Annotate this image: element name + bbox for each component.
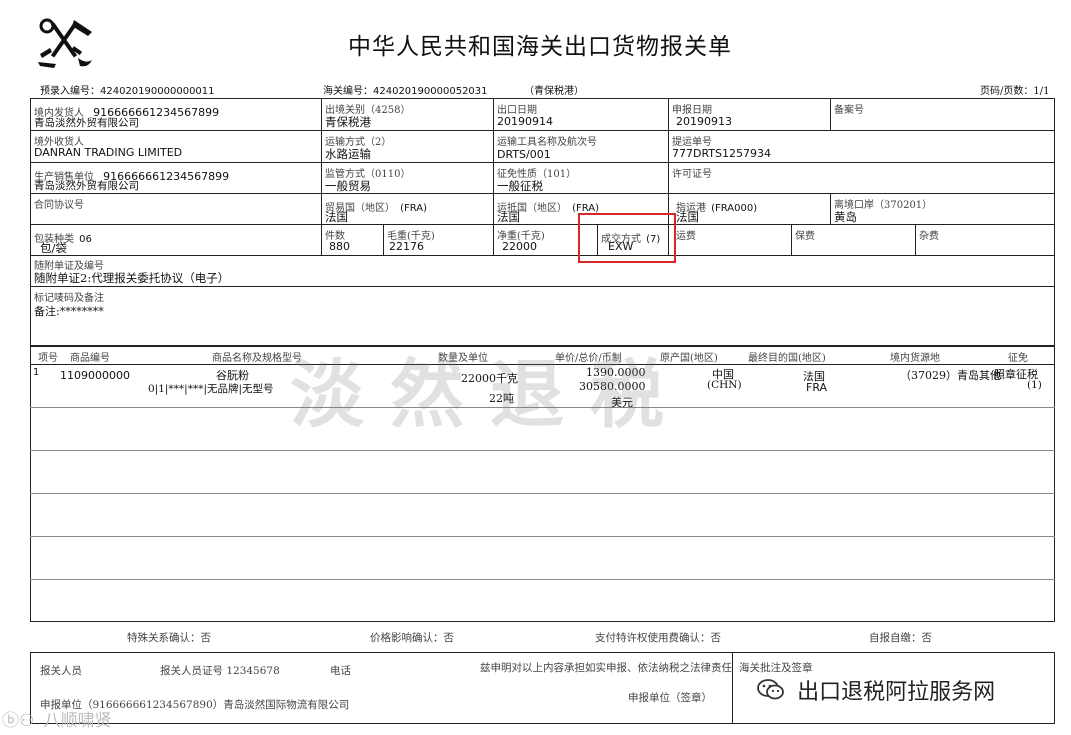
corner-watermark: ⓑ⚇ 八顺啸贤 bbox=[2, 706, 112, 731]
producer-name: 青岛淡然外贸有限公司 bbox=[34, 180, 139, 192]
wechat-account-text: 出口退税阿拉服务网 bbox=[797, 680, 996, 705]
contract-label: 合同协议号 bbox=[34, 200, 84, 211]
dest-port-code: (FRA000) bbox=[711, 203, 758, 214]
item-origin-code: (CHN) bbox=[707, 379, 742, 391]
customs-no: 海关编号：424020190000052031 bbox=[323, 82, 488, 97]
consignor-name: 青岛淡然外贸有限公司 bbox=[34, 117, 139, 129]
dest-country-value: 法国 bbox=[497, 210, 520, 224]
trade-country-code: (FRA) bbox=[400, 203, 428, 214]
goods-col-code: 商品编号 bbox=[70, 353, 110, 364]
port-tag: （青保税港） bbox=[524, 86, 584, 97]
declaring-unit-sign: 申报单位（签章） bbox=[628, 692, 712, 704]
gross-weight-value: 22176 bbox=[389, 240, 424, 253]
pieces-value: 880 bbox=[329, 240, 350, 253]
transport-mode-value: 水路运输 bbox=[325, 147, 371, 161]
royalty-confirm: 支付特许权使用费确认：否 bbox=[595, 632, 721, 644]
vessel-label: 运输工具名称及航次号 bbox=[497, 137, 597, 148]
misc-fee-label: 杂费 bbox=[919, 231, 939, 242]
item-levy-code: (1) bbox=[1027, 379, 1042, 391]
customs-emblem-logo bbox=[38, 18, 92, 68]
pre-entry-label: 预录入编号： bbox=[40, 86, 100, 97]
goods-col-no: 项号 bbox=[38, 353, 58, 364]
pack-code: 06 bbox=[79, 234, 92, 245]
bl-label: 提运单号 bbox=[672, 137, 712, 148]
document-title: 中华人民共和国海关出口货物报关单 bbox=[348, 34, 732, 60]
license-label: 许可证号 bbox=[672, 169, 712, 180]
item-dest-code: FRA bbox=[806, 381, 828, 394]
marks-label: 标记唛码及备注 bbox=[34, 293, 104, 304]
item-no: 1 bbox=[33, 367, 40, 378]
exit-customs-value: 青保税港 bbox=[325, 115, 371, 129]
vessel-value: DRTS/001 bbox=[497, 148, 551, 161]
docs-value: 随附单证2:代理报关委托协议（电子） bbox=[34, 271, 230, 285]
goods-col-levy: 征免 bbox=[1008, 353, 1028, 364]
customs-no-value: 424020190000052031 bbox=[373, 86, 488, 97]
self-pay-confirm: 自报自缴：否 bbox=[869, 632, 932, 644]
freight-label: 运费 bbox=[676, 231, 696, 242]
item-code: 1109000000 bbox=[60, 369, 130, 382]
declaration-statement: 兹申明对以上内容承担如实申报、依法纳税之法律责任 bbox=[480, 662, 732, 674]
item-spec: 0|1|***|***|无品牌|无型号 bbox=[148, 383, 274, 395]
export-date-value: 20190914 bbox=[497, 115, 553, 128]
phone-label: 电话 bbox=[330, 665, 351, 677]
record-no-label: 备案号 bbox=[834, 105, 864, 116]
customs-no-label: 海关编号： bbox=[323, 86, 373, 97]
price-impact-confirm: 价格影响确认：否 bbox=[370, 632, 454, 644]
special-relation-confirm: 特殊关系确认：否 bbox=[127, 632, 211, 644]
terms-highlight-box bbox=[578, 213, 676, 263]
pack-value: 包/袋 bbox=[40, 241, 67, 255]
watermark-text: 淡然退税 bbox=[290, 352, 690, 438]
bl-value: 777DRTS1257934 bbox=[672, 147, 771, 160]
wechat-overlay: 出口退税阿拉服务网 bbox=[756, 674, 995, 706]
page-number: 页码/页数：1/1 bbox=[980, 86, 1050, 97]
insurance-label: 保费 bbox=[795, 231, 815, 242]
net-weight-value: 22000 bbox=[502, 240, 537, 253]
declare-date-value: 20190913 bbox=[676, 115, 732, 128]
item-source: （37029）青岛其他 bbox=[900, 369, 1001, 382]
pre-entry-value: 424020190000000011 bbox=[100, 86, 215, 97]
trade-country-value: 法国 bbox=[325, 210, 348, 224]
wechat-icon bbox=[757, 679, 784, 700]
goods-col-name: 商品名称及规格型号 bbox=[212, 353, 302, 364]
marks-value: 备注:******** bbox=[34, 305, 104, 318]
exit-port-value: 黄岛 bbox=[834, 210, 857, 224]
customs-sign-label: 海关批注及签章 bbox=[739, 662, 813, 674]
goods-col-source: 境内货源地 bbox=[890, 353, 940, 364]
supervision-value: 一般贸易 bbox=[325, 179, 371, 193]
declarant-label: 报关人员 bbox=[40, 665, 82, 677]
corner-mark-icon: ⓑ⚇ bbox=[2, 711, 35, 731]
export-date-label: 出口日期 bbox=[497, 105, 537, 116]
tax-nature-value: 一般征税 bbox=[497, 179, 543, 193]
corner-mark-text: 八顺啸贤 bbox=[43, 711, 112, 731]
consignee-value: DANRAN TRADING LIMITED bbox=[34, 146, 183, 159]
declarant-cert: 报关人员证号 12345678 bbox=[160, 665, 280, 677]
pre-entry-no: 预录入编号：424020190000000011 bbox=[40, 82, 215, 97]
dest-port-value: 法国 bbox=[676, 210, 699, 224]
goods-col-dest: 最终目的国(地区) bbox=[748, 353, 826, 364]
declare-date-label: 申报日期 bbox=[672, 105, 712, 116]
